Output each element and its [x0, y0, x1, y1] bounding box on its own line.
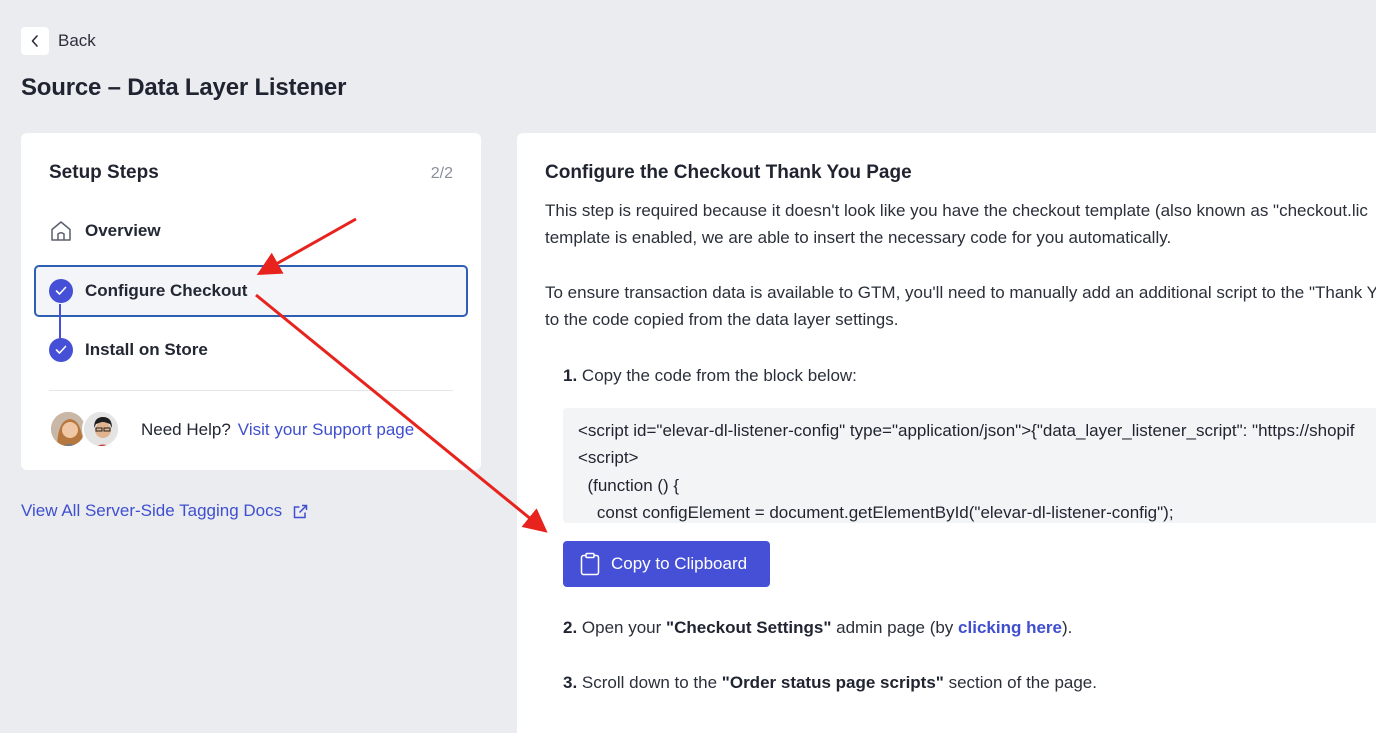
step-text: admin page (by — [831, 618, 959, 637]
page-title: Source – Data Layer Listener — [21, 74, 347, 101]
clicking-here-link[interactable]: clicking here — [958, 618, 1062, 637]
divider — [49, 390, 453, 391]
home-icon — [48, 218, 74, 244]
intro-line-2: template is enabled, we are able to inse… — [545, 228, 1172, 247]
step-configure-checkout[interactable]: Configure Checkout — [34, 265, 468, 317]
support-avatars — [49, 410, 125, 450]
step-number: 3. — [563, 673, 578, 692]
copy-button-label: Copy to Clipboard — [611, 554, 748, 573]
instruction-step-3: 3. Scroll down to the "Order status page… — [563, 673, 1097, 693]
checkout-settings-label: "Checkout Settings" — [666, 618, 832, 637]
setup-steps-title: Setup Steps — [49, 162, 159, 183]
instruction-step-2: 2. Open your "Checkout Settings" admin p… — [563, 618, 1072, 638]
code-line: <script> — [578, 448, 639, 467]
back-button[interactable]: Back — [21, 27, 96, 55]
step-number: 1. — [563, 366, 578, 385]
clipboard-icon — [580, 552, 600, 576]
code-block[interactable]: <script id="elevar-dl-listener-config" t… — [563, 408, 1376, 523]
step-label: Configure Checkout — [85, 281, 248, 300]
step-label: Install on Store — [85, 340, 208, 359]
instruction-step-1: 1. Copy the code from the block below: — [563, 366, 857, 386]
step-overview[interactable]: Overview — [34, 205, 468, 257]
step-connector — [59, 304, 61, 340]
help-text: Need Help? — [141, 420, 231, 439]
intro-line-1: This step is required because it doesn't… — [545, 201, 1368, 220]
step-text: section of the page. — [943, 673, 1097, 692]
setup-steps-card: Setup Steps 2/2 Overview Configure Check… — [21, 133, 481, 470]
setup-steps-progress: 2/2 — [430, 165, 453, 182]
step-number: 2. — [563, 618, 578, 637]
avatar — [82, 410, 120, 448]
code-line: <script id="elevar-dl-listener-config" t… — [578, 421, 1355, 440]
docs-link-label: View All Server-Side Tagging Docs — [21, 501, 283, 520]
back-label: Back — [58, 31, 96, 50]
check-circle-icon — [48, 278, 74, 304]
help-row: Need Help? Visit your Support page — [49, 409, 414, 451]
gtm-line-1: To ensure transaction data is available … — [545, 283, 1376, 302]
content-card: Configure the Checkout Thank You Page Th… — [517, 133, 1376, 733]
docs-link[interactable]: View All Server-Side Tagging Docs — [21, 501, 309, 521]
step-text: ). — [1061, 618, 1073, 637]
step-text: Open your — [581, 618, 667, 637]
step-install-on-store[interactable]: Install on Store — [34, 324, 468, 376]
support-page-link[interactable]: Visit your Support page — [238, 420, 414, 440]
step-text: Copy the code from the block below: — [581, 366, 857, 385]
code-line: (function () { — [578, 476, 680, 495]
check-circle-icon — [48, 337, 74, 363]
copy-to-clipboard-button[interactable]: Copy to Clipboard — [563, 541, 770, 587]
code-line: const configElement = document.getElemen… — [578, 503, 1174, 522]
external-link-icon — [293, 504, 308, 518]
content-title: Configure the Checkout Thank You Page — [545, 162, 912, 183]
step-label: Overview — [85, 221, 161, 240]
order-status-scripts-label: "Order status page scripts" — [721, 673, 944, 692]
gtm-line-2: to the code copied from the data layer s… — [545, 310, 899, 329]
chevron-left-icon — [21, 27, 49, 55]
step-text: Scroll down to the — [581, 673, 722, 692]
